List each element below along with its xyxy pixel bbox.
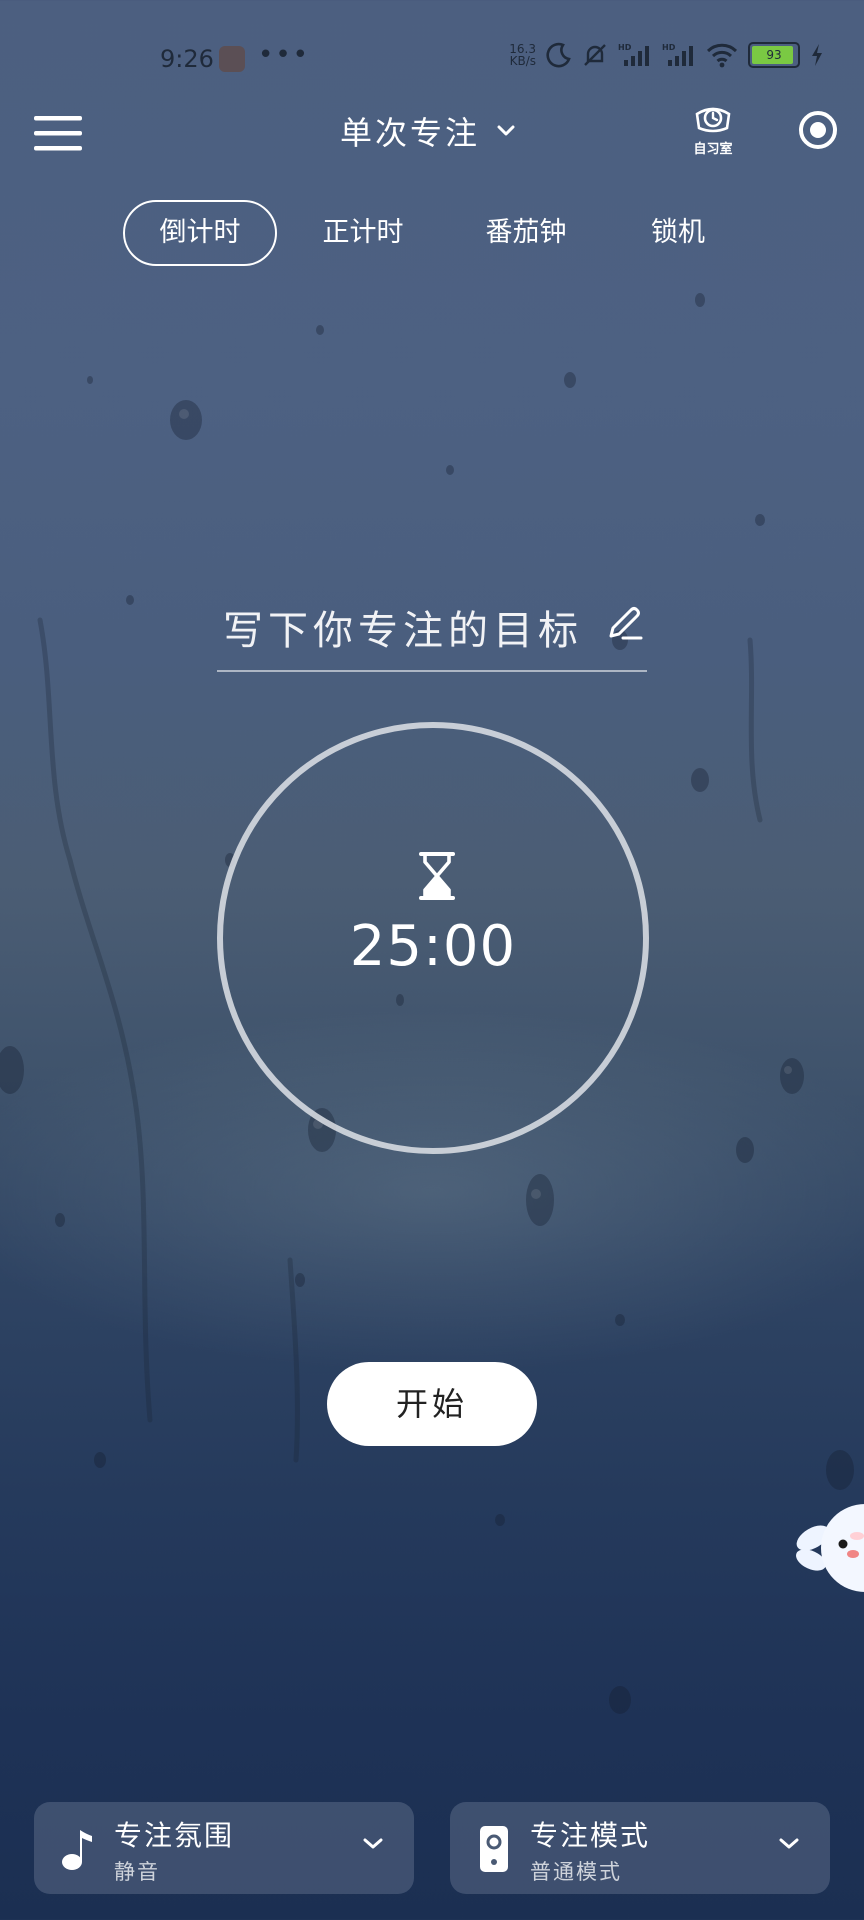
mascot-icon[interactable] <box>785 1492 864 1602</box>
svg-text:HD: HD <box>618 43 632 52</box>
charging-icon <box>812 44 822 66</box>
battery-icon: 93 <box>748 42 800 68</box>
bell-off-icon <box>584 44 606 66</box>
network-speed-unit: KB/s <box>509 54 536 68</box>
notification-app-icon <box>219 46 245 72</box>
atmosphere-title: 专注氛围 <box>114 1819 235 1852</box>
record-button[interactable] <box>798 110 838 150</box>
moon-icon <box>546 42 571 68</box>
more-notifications-icon: ••• <box>258 40 311 70</box>
timer-circle[interactable]: 25:00 <box>217 722 649 1154</box>
focus-type-dropdown[interactable]: 单次专注 <box>340 108 516 154</box>
music-note-icon <box>62 1830 92 1870</box>
tab-lock-phone[interactable]: 锁机 <box>628 200 728 266</box>
network-speed: 16.3 KB/s <box>509 43 536 67</box>
wifi-icon <box>706 43 738 68</box>
goal-input[interactable]: 写下你专注的目标 <box>217 590 647 672</box>
mode-value: 普通模式 <box>530 1860 622 1884</box>
atmosphere-value: 静音 <box>114 1860 160 1884</box>
focus-mode-card[interactable]: 专注模式 普通模式 <box>450 1802 830 1894</box>
study-room-label: 自习室 <box>693 142 733 157</box>
tab-pomodoro[interactable]: 番茄钟 <box>466 200 586 266</box>
phone-icon <box>480 1826 508 1872</box>
battery-percent: 93 <box>766 48 782 62</box>
mode-tabs: 倒计时 正计时 番茄钟 锁机 <box>120 200 740 266</box>
svg-text:HD: HD <box>662 43 676 52</box>
record-icon <box>799 111 837 149</box>
chevron-down-icon <box>363 1838 383 1849</box>
start-button[interactable]: 开始 <box>327 1362 537 1446</box>
mode-title: 专注模式 <box>530 1819 651 1852</box>
status-icons: 16.3 KB/s HD HD 93 <box>509 42 824 68</box>
hourglass-icon <box>419 852 455 900</box>
page-title: 单次专注 <box>340 114 481 152</box>
chevron-down-icon <box>779 1838 799 1849</box>
tab-count-up[interactable]: 正计时 <box>303 200 423 266</box>
chevron-down-icon <box>497 125 515 136</box>
goal-placeholder: 写下你专注的目标 <box>223 608 583 654</box>
hamburger-menu-icon <box>34 116 82 151</box>
signal-hd-icon: HD <box>618 43 649 66</box>
alarm-clock-icon <box>695 107 731 133</box>
focus-atmosphere-card[interactable]: 专注氛围 静音 <box>34 1802 414 1894</box>
top-bar: 单次专注 自习室 <box>0 100 864 180</box>
signal-hd-icon-2: HD <box>662 43 693 66</box>
menu-button[interactable] <box>32 112 84 154</box>
timer-value: 25:00 <box>349 914 517 979</box>
status-time: 9:26 <box>160 45 214 73</box>
tab-countdown[interactable]: 倒计时 <box>123 200 277 266</box>
pencil-icon <box>609 607 643 640</box>
study-room-button[interactable]: 自习室 <box>688 102 738 157</box>
